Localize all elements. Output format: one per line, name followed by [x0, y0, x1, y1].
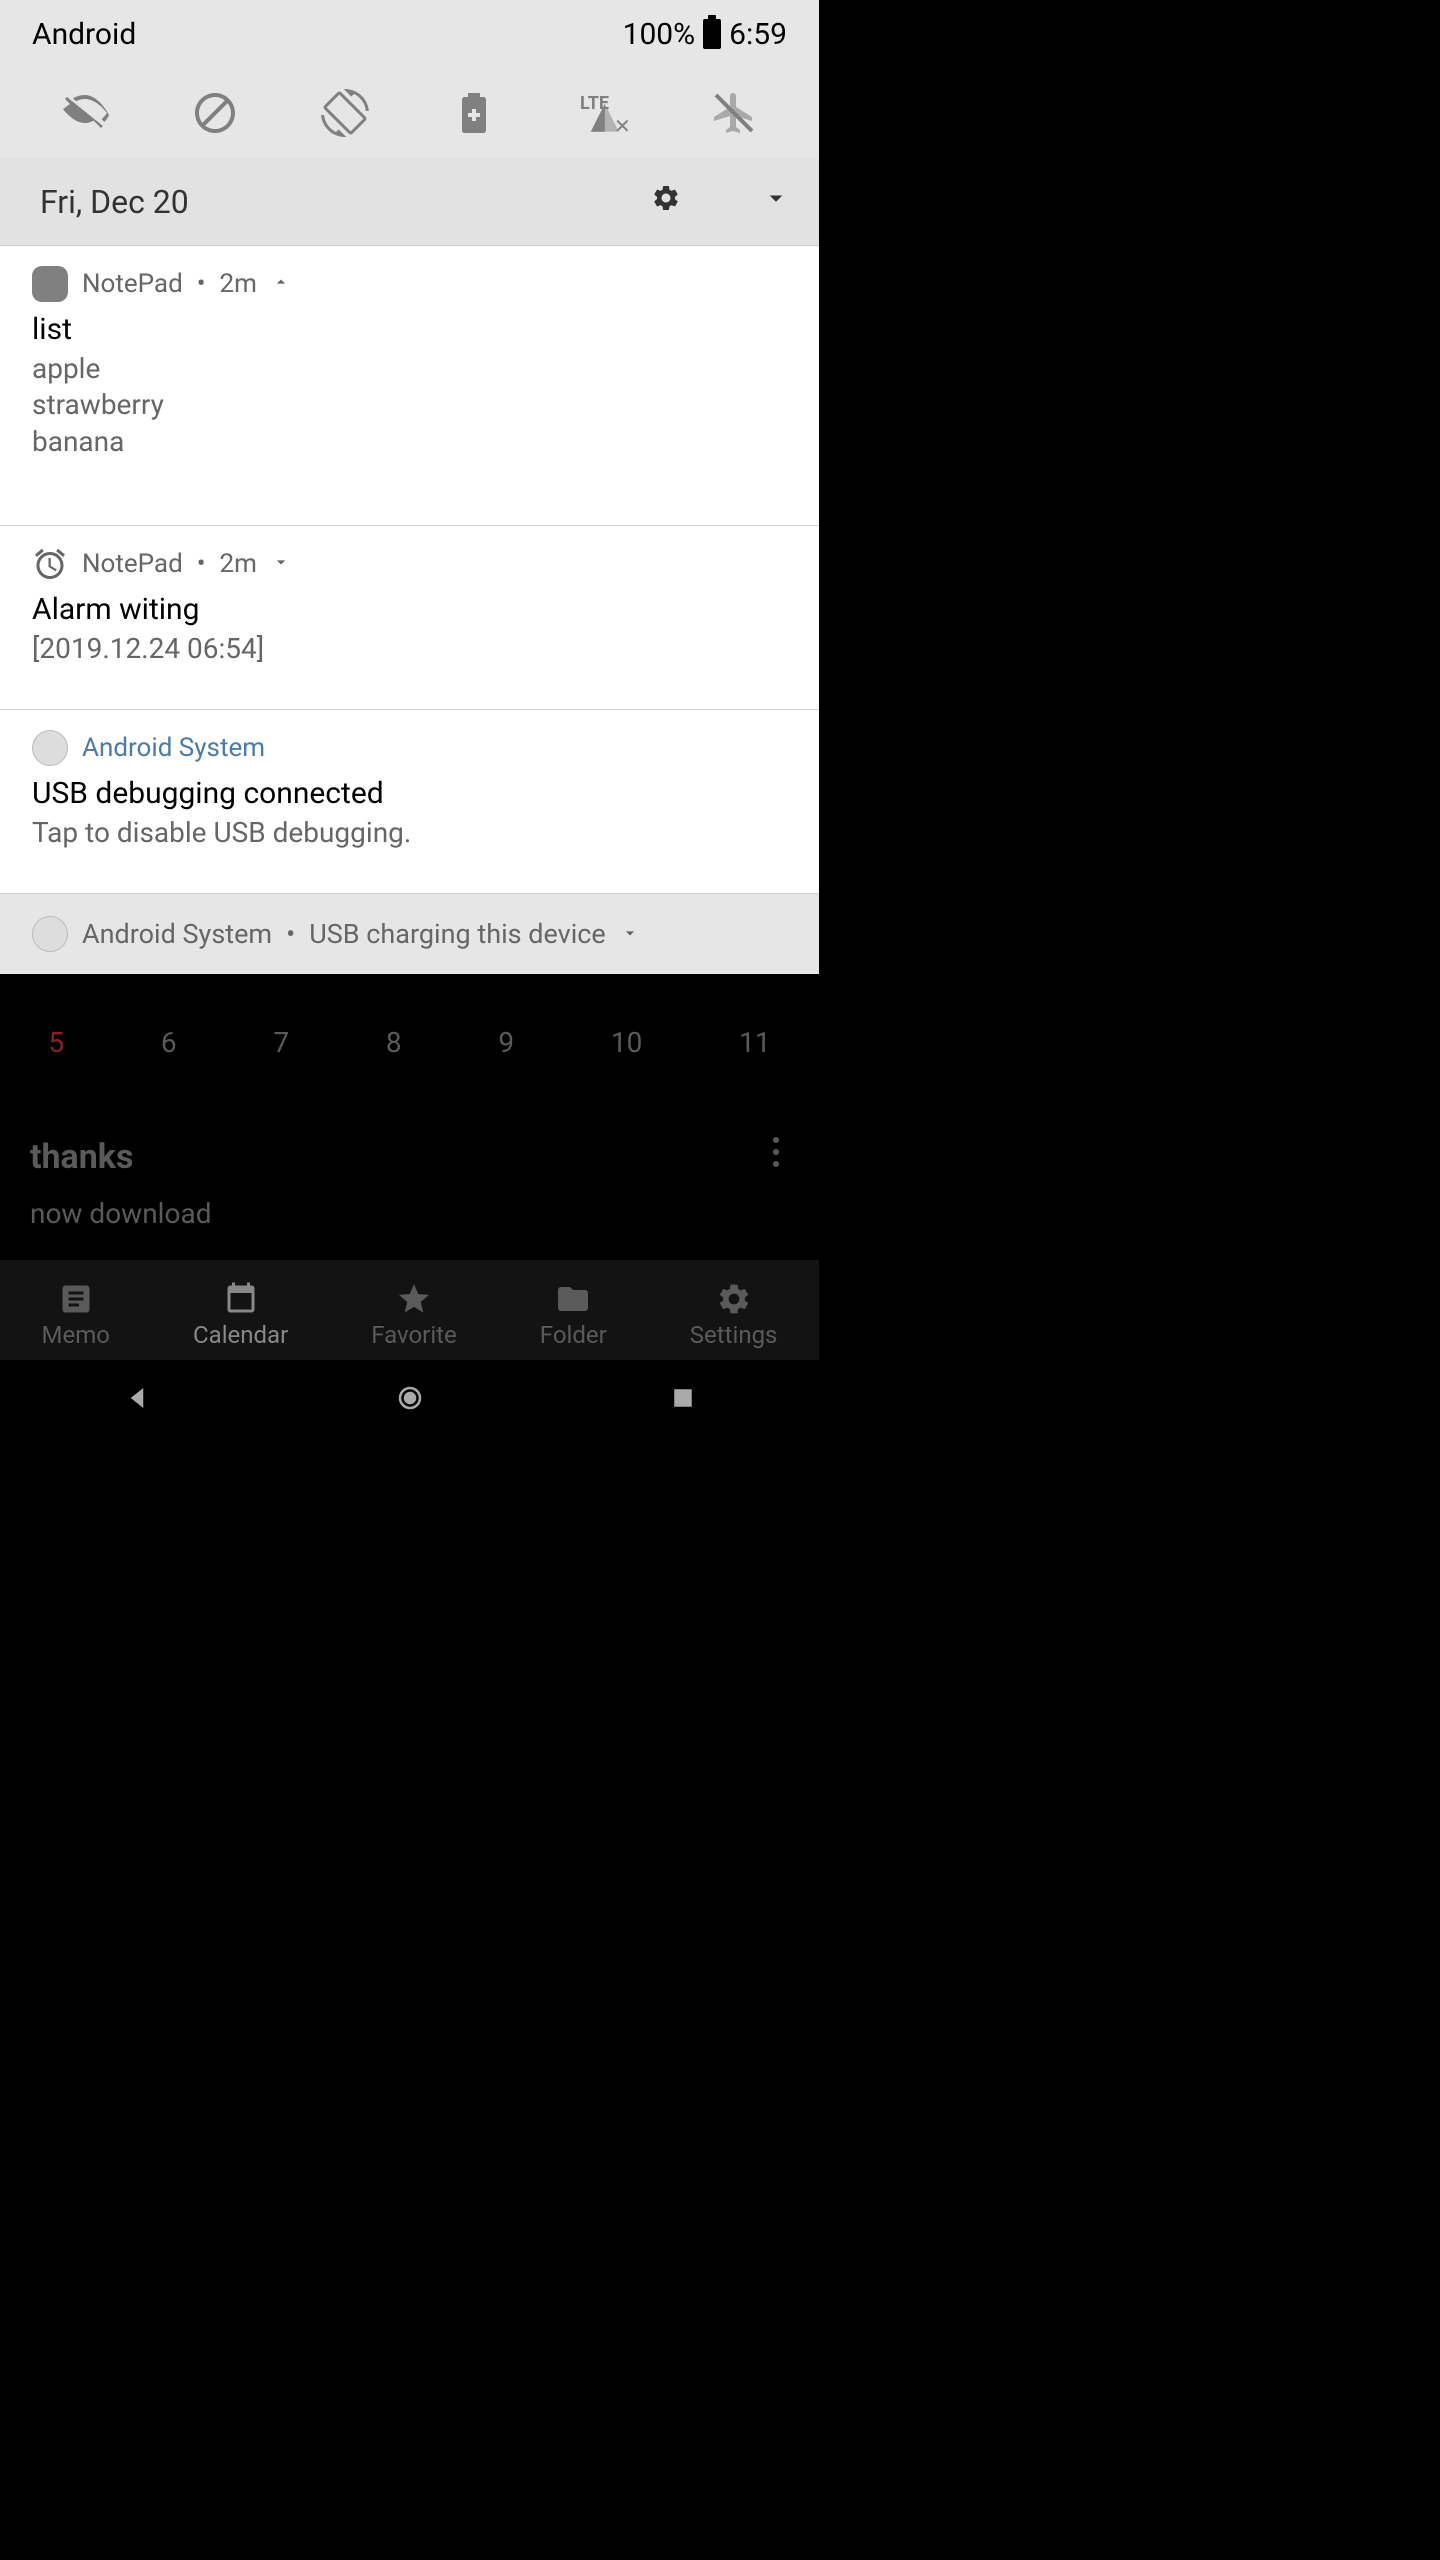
android-system-icon	[32, 916, 68, 952]
notification-header: Android System	[32, 730, 787, 766]
notepad-app-icon	[32, 266, 68, 302]
notification-summary: USB charging this device	[309, 918, 606, 950]
calendar-date: 6	[161, 1026, 177, 1059]
android-system-icon	[32, 730, 68, 766]
nav-folder[interactable]: Folder	[540, 1281, 607, 1349]
notification-app-name: Android System	[82, 918, 272, 950]
chevron-down-icon[interactable]	[271, 549, 291, 579]
quick-settings-row: LTE✕	[0, 68, 819, 158]
notification-title: list	[32, 312, 787, 347]
home-button[interactable]	[395, 1383, 425, 1417]
battery-percent: 100%	[623, 17, 696, 52]
notification-content: Tap to disable USB debugging.	[32, 815, 787, 851]
chevron-up-icon[interactable]	[271, 269, 291, 299]
notification-time: 2m	[220, 269, 257, 299]
recents-button[interactable]	[668, 1383, 698, 1417]
mobile-data-icon[interactable]: LTE✕	[579, 88, 629, 138]
more-icon[interactable]	[773, 1137, 779, 1167]
nav-label: Calendar	[193, 1321, 288, 1349]
nav-favorite[interactable]: Favorite	[371, 1281, 456, 1349]
alarm-icon	[32, 546, 68, 582]
system-nav	[0, 1360, 819, 1440]
nav-label: Memo	[42, 1321, 110, 1349]
svg-text:✕: ✕	[614, 114, 628, 137]
date-bar: Fri, Dec 20	[0, 158, 819, 246]
dnd-off-icon[interactable]	[190, 88, 240, 138]
calendar-date: 8	[386, 1026, 402, 1059]
date-text: Fri, Dec 20	[40, 183, 651, 221]
battery-icon	[703, 19, 721, 49]
notification-app-name: NotePad	[82, 549, 183, 579]
wifi-off-icon[interactable]	[60, 88, 110, 138]
nav-label: Folder	[540, 1321, 607, 1349]
notification-app-name: NotePad	[82, 269, 183, 299]
notification-usb-charging[interactable]: Android System • USB charging this devic…	[0, 894, 819, 974]
airplane-off-icon[interactable]	[709, 88, 759, 138]
calendar-date: 5	[48, 1026, 64, 1059]
notification-notepad-alarm[interactable]: NotePad • 2m Alarm witing [2019.12.24 06…	[0, 526, 819, 710]
memo-title: thanks	[30, 1137, 789, 1177]
nav-settings[interactable]: Settings	[690, 1281, 778, 1349]
chevron-down-icon[interactable]	[761, 183, 791, 221]
notification-content: [2019.12.24 06:54]	[32, 631, 787, 667]
notification-title: USB debugging connected	[32, 776, 787, 811]
notification-content: apple strawberry banana	[32, 351, 787, 460]
back-button[interactable]	[122, 1383, 152, 1417]
notification-app-name: Android System	[82, 733, 265, 763]
notification-title: Alarm witing	[32, 592, 787, 627]
nav-label: Favorite	[371, 1321, 456, 1349]
calendar-date: 7	[273, 1026, 289, 1059]
clock-time: 6:59	[729, 17, 787, 52]
calendar-date: 11	[739, 1026, 770, 1059]
nav-memo[interactable]: Memo	[42, 1281, 110, 1349]
settings-icon[interactable]	[651, 183, 681, 221]
notification-time: 2m	[220, 549, 257, 579]
notification-header: NotePad • 2m	[32, 546, 787, 582]
memo-subtitle: now download	[30, 1197, 789, 1230]
calendar-week-row: 5 6 7 8 9 10 11	[0, 992, 819, 1092]
notification-notepad-list[interactable]: NotePad • 2m list apple strawberry banan…	[0, 246, 819, 526]
rotation-icon[interactable]	[320, 88, 370, 138]
battery-saver-icon[interactable]	[449, 88, 499, 138]
status-right: 100% 6:59	[623, 17, 787, 52]
nav-calendar[interactable]: Calendar	[193, 1281, 288, 1349]
status-bar: Android 100% 6:59	[0, 0, 819, 68]
calendar-date: 10	[611, 1026, 642, 1059]
notification-usb-debugging[interactable]: Android System USB debugging connected T…	[0, 710, 819, 894]
chevron-down-icon[interactable]	[620, 918, 640, 950]
calendar-date: 9	[498, 1026, 514, 1059]
notification-header: NotePad • 2m	[32, 266, 787, 302]
background-memo-card: thanks now download	[0, 1107, 819, 1260]
nav-label: Settings	[690, 1321, 778, 1349]
bottom-nav: Memo Calendar Favorite Folder Settings	[0, 1260, 819, 1360]
carrier-label: Android	[32, 17, 136, 52]
